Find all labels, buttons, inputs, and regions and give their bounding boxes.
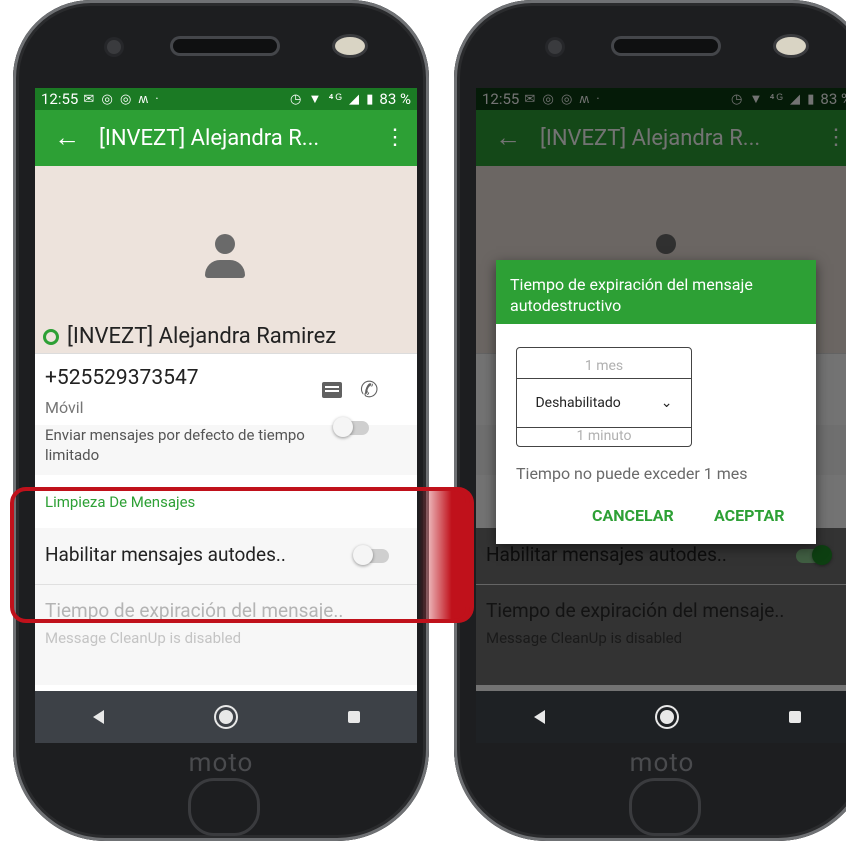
nav-home-icon[interactable] — [218, 710, 233, 724]
phone-call-icon[interactable]: ✆ — [360, 378, 378, 403]
nav-bar — [476, 691, 846, 743]
cleanup-status: Message CleanUp is disabled — [45, 629, 242, 647]
earpiece-speaker — [614, 39, 718, 53]
expiration-dialog: Tiempo de expiración del mensaje autodes… — [496, 260, 816, 544]
status-bar: 12:55 ✉ ◎ ◎ ʍ · ◷ ▼ ⁴ᴳ ◢ ▮ 83 % — [35, 88, 417, 110]
app-bar-title: [INVEZT] Alejandra R... — [99, 125, 320, 151]
front-flash — [776, 37, 806, 55]
cancel-button[interactable]: CANCELAR — [592, 506, 674, 525]
front-flash — [335, 37, 365, 55]
avatar-icon — [205, 234, 245, 280]
message-icon[interactable] — [322, 382, 342, 398]
limited-default-label: Enviar mensajes por defecto de tiempo li… — [45, 426, 305, 464]
contact-name-label: [INVEZT] Alejandra Ramirez — [67, 324, 337, 349]
phone-right: 12:55 ✉ ◎ ◎ ʍ · ◷ ▼ ⁴ᴳ ◢ ▮ 83 % ← [INVEZ… — [454, 0, 846, 841]
status-time: 12:55 — [41, 90, 79, 108]
highlight-box — [10, 487, 470, 623]
dialog-title: Tiempo de expiración del mensaje autodes… — [496, 260, 816, 324]
fingerprint-home-button — [188, 778, 260, 836]
brand-logo: moto — [188, 748, 254, 778]
nav-recents-icon[interactable] — [788, 711, 801, 723]
phone-number: +525529373547 — [45, 366, 199, 390]
phone-left: 12:55 ✉ ◎ ◎ ʍ · ◷ ▼ ⁴ᴳ ◢ ▮ 83 % ← [INVEZ… — [13, 0, 429, 841]
nav-bar — [35, 691, 417, 743]
overflow-menu-icon[interactable]: ⋮ — [373, 110, 417, 166]
fingerprint-home-button — [629, 778, 701, 836]
picker-option-prev[interactable]: 1 mes — [517, 358, 691, 374]
notification-icons: ✉ ◎ ◎ ʍ · — [83, 92, 161, 107]
brand-logo: moto — [629, 748, 695, 778]
nav-recents-icon[interactable] — [347, 711, 360, 723]
battery-level: 83 % — [379, 90, 411, 108]
nav-home-icon[interactable] — [659, 710, 674, 724]
dialog-hint: Tiempo no puede exceder 1 mes — [516, 464, 748, 483]
nav-back-icon[interactable] — [533, 710, 545, 724]
phone-type: Móvil — [45, 398, 84, 417]
picker-selected[interactable]: Deshabilitado ⌄ — [516, 378, 692, 428]
accept-button[interactable]: ACEPTAR — [714, 506, 784, 525]
screen-left: 12:55 ✉ ◎ ◎ ʍ · ◷ ▼ ⁴ᴳ ◢ ▮ 83 % ← [INVEZ… — [35, 88, 417, 743]
contact-name: [INVEZT] Alejandra Ramirez — [43, 324, 336, 349]
expiration-picker[interactable]: 1 mes Deshabilitado ⌄ 1 minuto — [516, 347, 692, 447]
earpiece-speaker — [173, 39, 277, 53]
limited-default-toggle[interactable] — [333, 417, 369, 437]
status-dot-icon — [43, 328, 59, 345]
picker-selected-label: Deshabilitado — [535, 395, 621, 411]
picker-option-next[interactable]: 1 minuto — [517, 428, 691, 444]
system-icons: ◷ ▼ ⁴ᴳ ◢ ▮ — [289, 92, 376, 107]
contact-header: [INVEZT] Alejandra Ramirez — [35, 166, 417, 353]
chevron-down-icon: ⌄ — [660, 395, 673, 411]
app-bar: ← [INVEZT] Alejandra R... ⋮ — [35, 110, 417, 166]
limited-default-row[interactable]: Enviar mensajes por defecto de tiempo li… — [35, 417, 417, 475]
back-arrow-icon[interactable]: ← — [35, 110, 99, 166]
front-camera — [548, 40, 562, 54]
phone-number-row[interactable]: +525529373547 Móvil ✆ — [35, 353, 417, 426]
nav-back-icon[interactable] — [92, 710, 104, 724]
screen-right: 12:55 ✉ ◎ ◎ ʍ · ◷ ▼ ⁴ᴳ ◢ ▮ 83 % ← [INVEZ… — [476, 88, 846, 743]
front-camera — [107, 40, 121, 54]
